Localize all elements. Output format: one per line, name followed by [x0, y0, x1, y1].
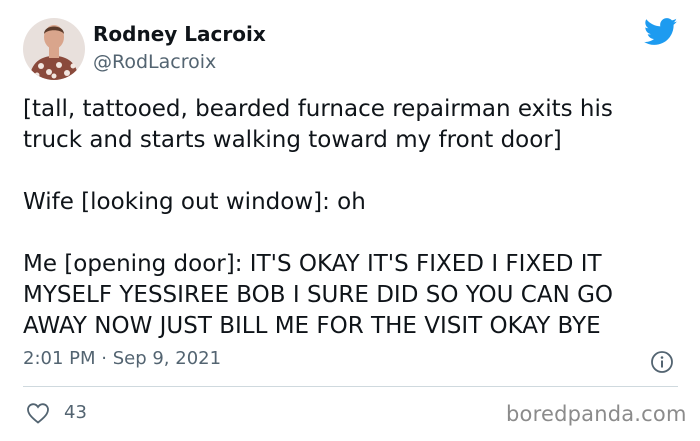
author-name[interactable]: Rodney Lacroix	[93, 22, 266, 46]
avatar-image	[23, 18, 85, 80]
tweet-timestamp[interactable]: 2:01 PM · Sep 9, 2021	[23, 348, 221, 369]
tweet-line-break	[23, 218, 688, 249]
author-handle[interactable]: @RodLacroix	[93, 51, 216, 73]
tweet-text: [tall, tattooed, bearded furnace repairm…	[23, 94, 688, 342]
heart-icon[interactable]	[26, 402, 50, 424]
tweet-line-break	[23, 156, 688, 187]
tweet-line: [tall, tattooed, bearded furnace repairm…	[23, 96, 613, 122]
tweet-line: MYSELF YESSIREE BOB I SURE DID SO YOU CA…	[23, 282, 614, 308]
tweet-line: Me [opening door]: IT'S OKAY IT'S FIXED …	[23, 251, 602, 277]
avatar[interactable]	[23, 18, 85, 80]
divider	[23, 386, 678, 387]
tweet-line: AWAY NOW JUST BILL ME FOR THE VISIT OKAY…	[23, 313, 601, 339]
like-count: 43	[64, 402, 87, 423]
watermark: boredpanda.com	[506, 402, 687, 426]
tweet-line: Wife [looking out window]: oh	[23, 189, 366, 215]
info-icon[interactable]	[650, 350, 674, 374]
tweet-line: truck and starts walking toward my front…	[23, 127, 562, 153]
twitter-bird-icon[interactable]	[644, 18, 678, 46]
